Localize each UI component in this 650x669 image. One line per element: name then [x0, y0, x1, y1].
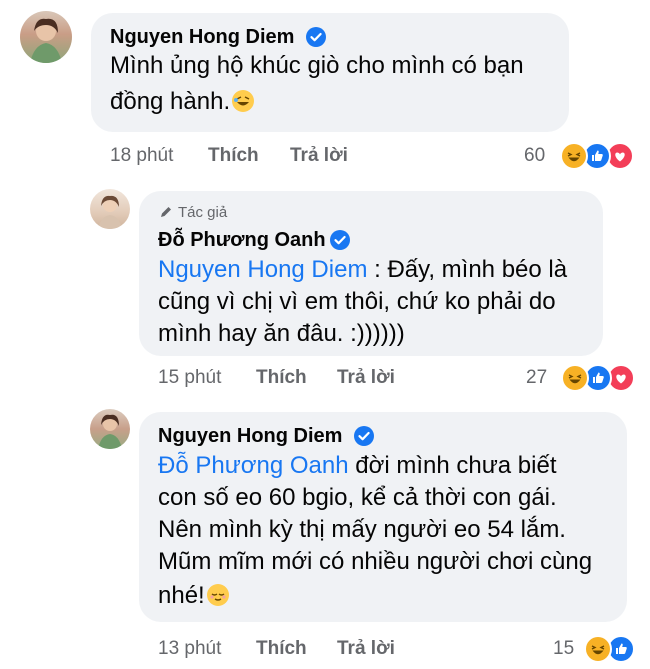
comment-text: nhé!	[158, 582, 229, 610]
comment-text: con số eo 60 bgio, kể cả thời con gái.	[158, 484, 557, 511]
author-name[interactable]: Đỗ Phương Oanh	[158, 229, 326, 252]
avatar[interactable]	[90, 409, 130, 449]
author-name[interactable]: Nguyen Hong Diem	[158, 425, 342, 448]
relieved-face-emoji-icon	[206, 584, 229, 606]
avatar[interactable]	[90, 189, 130, 229]
verified-badge-icon	[306, 27, 326, 47]
pen-icon	[161, 207, 171, 217]
comment-text: Mình ủng hộ khúc giò cho mình có bạn	[110, 52, 524, 79]
like-link[interactable]: Thích	[256, 367, 307, 389]
comment-text: Nguyen Hong Diem : Đấy, mình béo là	[158, 256, 568, 283]
comment-text: Mũm mĩm mới có nhiều người chơi cùng	[158, 548, 593, 575]
mention-link[interactable]: Đỗ Phương Oanh	[158, 452, 349, 479]
haha-reaction-icon	[561, 364, 589, 392]
comment-text: cũng vì chị vì em thôi, chứ ko phải do	[158, 288, 556, 315]
haha-reaction-icon	[584, 635, 612, 663]
comment-time[interactable]: 15 phút	[158, 367, 221, 389]
mention-link[interactable]: Nguyen Hong Diem	[158, 256, 367, 283]
haha-reaction-icon	[560, 142, 588, 170]
verified-badge-icon	[330, 230, 350, 250]
avatar-photo-icon	[98, 195, 122, 229]
reply-link[interactable]: Trả lời	[290, 145, 348, 167]
comment-text: đồng hành.	[110, 88, 255, 116]
like-link[interactable]: Thích	[208, 145, 259, 167]
like-link[interactable]: Thích	[256, 638, 307, 660]
reaction-count: 15	[553, 638, 575, 659]
comment-time[interactable]: 18 phút	[110, 145, 173, 167]
avatar-photo-icon	[98, 414, 122, 449]
comment-time[interactable]: 13 phút	[158, 638, 221, 660]
reaction-count: 27	[526, 367, 548, 388]
avatar[interactable]	[20, 11, 72, 63]
rolling-laughing-emoji-icon	[232, 90, 255, 112]
comment-text: Đỗ Phương Oanh đời mình chưa biết	[158, 452, 557, 479]
reply-link[interactable]: Trả lời	[337, 638, 395, 660]
author-badge: Tác giả	[158, 204, 227, 221]
author-name[interactable]: Nguyen Hong Diem	[110, 26, 294, 49]
verified-badge-icon	[354, 426, 374, 446]
comment-text: mình hay ăn đâu. :))))))	[158, 320, 405, 347]
reply-link[interactable]: Trả lời	[337, 367, 395, 389]
reaction-count: 60	[524, 145, 546, 166]
comment-text: Nên mình kỳ thị mấy người eo 54 lắm.	[158, 516, 566, 543]
avatar-photo-icon	[30, 18, 62, 63]
